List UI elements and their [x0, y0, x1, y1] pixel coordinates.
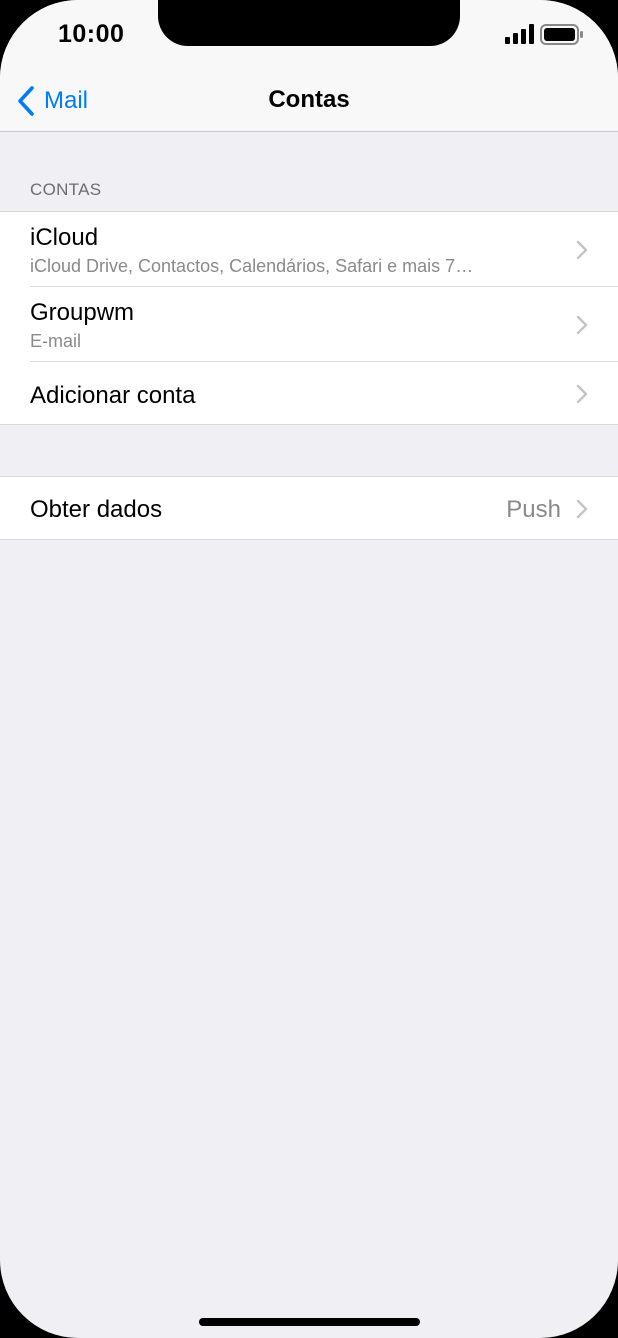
chevron-right-icon: [576, 315, 588, 335]
add-account-label: Adicionar conta: [30, 382, 196, 409]
account-row-icloud[interactable]: iCloud iCloud Drive, Contactos, Calendár…: [0, 212, 618, 287]
home-indicator[interactable]: [199, 1318, 420, 1326]
account-title: Groupwm: [30, 299, 135, 326]
fetch-settings-list: Obter dados Push: [0, 476, 618, 540]
page-title: Contas: [268, 86, 350, 113]
fetch-data-label: Obter dados: [30, 496, 163, 523]
chevron-right-icon: [576, 384, 588, 404]
screen: 10:00 Mail Contas CONTAS iCloud iCloud D…: [0, 0, 618, 1338]
accounts-section-header: CONTAS: [30, 180, 102, 199]
account-subtitle: E-mail: [30, 331, 82, 351]
battery-icon: [540, 24, 583, 45]
navigation-bar: Mail Contas: [0, 70, 618, 132]
status-bar: 10:00: [0, 0, 618, 70]
account-subtitle: iCloud Drive, Contactos, Calendários, Sa…: [30, 256, 474, 276]
chevron-right-icon: [576, 240, 588, 260]
signal-icon: [505, 24, 534, 44]
status-time: 10:00: [58, 20, 125, 48]
account-row-groupwm[interactable]: Groupwm E-mail: [0, 287, 618, 362]
chevron-right-icon: [576, 499, 588, 519]
account-title: iCloud: [30, 224, 99, 251]
fetch-data-row[interactable]: Obter dados Push: [0, 477, 618, 539]
accounts-list: iCloud iCloud Drive, Contactos, Calendár…: [0, 211, 618, 425]
fetch-data-value: Push: [506, 496, 561, 523]
notch: [158, 0, 460, 46]
add-account-row[interactable]: Adicionar conta: [0, 362, 618, 424]
